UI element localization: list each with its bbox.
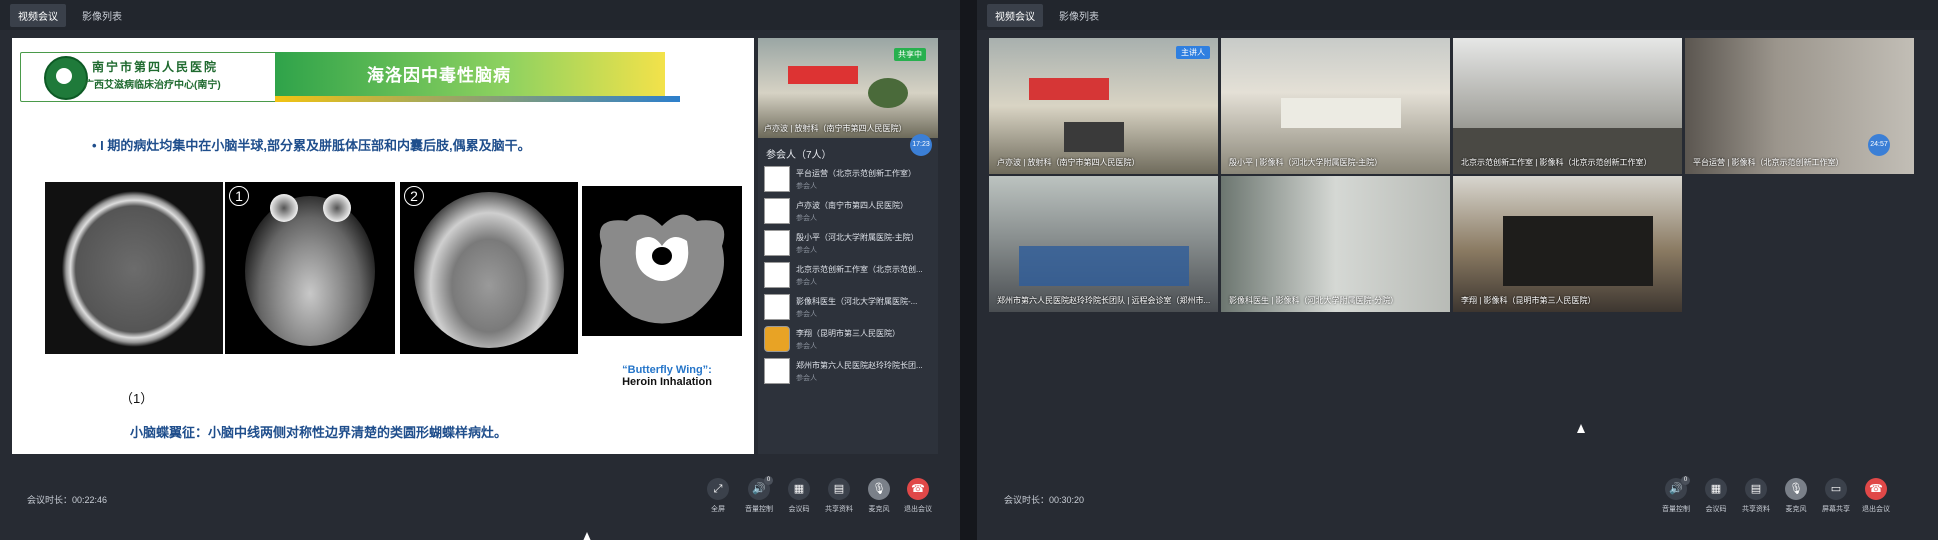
video-tile[interactable]: 殷小平 | 影像科（河北大学附属医院-主院） xyxy=(1221,38,1450,174)
participant-item[interactable]: 平台运营（北京示范创新工作室） 参会人 xyxy=(758,162,938,194)
volume-badge: 0 xyxy=(764,476,773,485)
right-meeting-window: 视频会议 影像列表 主讲人 卢亦波 | 放射科（南宁市第四人民医院） 殷小平 |… xyxy=(977,0,1938,540)
video-tile[interactable]: 主讲人 卢亦波 | 放射科（南宁市第四人民医院） xyxy=(989,38,1218,174)
hospital-logo-icon xyxy=(44,56,88,100)
participant-role: 参会人 xyxy=(796,279,817,286)
participant-role: 参会人 xyxy=(796,311,817,318)
figure-number-2: 2 xyxy=(404,186,424,206)
screen-share-icon: ▭ xyxy=(1825,478,1847,500)
participant-item[interactable]: 卢亦波（南宁市第四人民医院） 参会人 xyxy=(758,194,938,226)
video-tile[interactable]: 影像科医生 | 影像科（河北大学附属医院-分院） xyxy=(1221,176,1450,312)
slide-bullet: • I 期的病灶均集中在小脑半球,部分累及胼胝体压部和内囊后肢,偶累及脑干。 xyxy=(92,138,531,153)
video-tile[interactable]: 北京示范创新工作室 | 影像科（北京示范创新工作室） xyxy=(1453,38,1682,174)
tile-label: 影像科医生 | 影像科（河北大学附属医院-分院） xyxy=(1229,296,1399,305)
tab-video-meeting[interactable]: 视频会议 xyxy=(987,3,1043,27)
avatar xyxy=(764,262,790,288)
participant-item[interactable]: 郑州市第六人民医院赵玲玲院长团... 参会人 xyxy=(758,354,938,386)
mri-scan-1: 1 xyxy=(225,182,395,354)
participant-name: 李翔（昆明市第三人民医院） xyxy=(796,329,900,338)
leave-meeting-button[interactable]: ☎ 退出会议 xyxy=(894,478,942,514)
tile-label: 殷小平 | 影像科（河北大学附属医院-主院） xyxy=(1229,158,1383,167)
fullscreen-icon: ⤢ xyxy=(707,478,729,500)
avatar xyxy=(764,294,790,320)
participant-role: 参会人 xyxy=(796,343,817,350)
top-tabs: 视频会议 影像列表 xyxy=(977,0,1938,30)
volume-badge: 0 xyxy=(1681,476,1690,485)
figure-label: （1） xyxy=(120,391,154,406)
mri-scan-2: 2 xyxy=(400,182,578,354)
participant-item[interactable]: 殷小平（河北大学附属医院-主院） 参会人 xyxy=(758,226,938,258)
participant-name: 郑州市第六人民医院赵玲玲院长团... xyxy=(796,361,923,370)
tile-label: 卢亦波 | 放射科（南宁市第四人民医院） xyxy=(997,158,1140,167)
participant-name: 北京示范创新工作室（北京示范创... xyxy=(796,265,923,274)
participant-item[interactable]: 北京示范创新工作室（北京示范创... 参会人 xyxy=(758,258,938,290)
participant-name: 卢亦波（南宁市第四人民医院） xyxy=(796,201,908,210)
participants-title: 参会人（7人） xyxy=(766,150,832,161)
top-tabs: 视频会议 影像列表 xyxy=(0,0,960,30)
hospital-subtitle: 广西艾滋病临床治疗中心(南宁) xyxy=(84,80,221,91)
avatar xyxy=(764,166,790,192)
participant-item[interactable]: 李翔（昆明市第三人民医院） 参会人 xyxy=(758,322,938,354)
leave-meeting-label: 退出会议 xyxy=(1862,506,1890,513)
avatar xyxy=(764,358,790,384)
mouse-cursor xyxy=(583,532,591,540)
document-icon: ▤ xyxy=(1745,478,1767,500)
hospital-name: 南宁市第四人民医院 xyxy=(92,60,219,74)
butterfly-caption: “Butterfly Wing”: Heroin Inhalation xyxy=(612,364,722,388)
tab-image-list[interactable]: 影像列表 xyxy=(1051,4,1107,27)
video-tile[interactable]: 24:57 平台运营 | 影像科（北京示范创新工作室） xyxy=(1685,38,1914,174)
participant-role: 参会人 xyxy=(796,247,817,254)
figure-number-1: 1 xyxy=(229,186,249,206)
title-underline xyxy=(275,96,680,102)
participant-list: 平台运营（北京示范创新工作室） 参会人 卢亦波（南宁市第四人民医院） 参会人 殷小平… xyxy=(758,162,938,386)
speaker-preview-label: 卢亦波 | 放射科（南宁市第四人民医院） xyxy=(764,124,907,133)
microphone-icon: 🎙 xyxy=(1785,478,1807,500)
sharing-badge: 共享中 xyxy=(894,48,926,61)
butterfly-caption-sub: Heroin Inhalation xyxy=(622,376,712,388)
document-icon: ▤ xyxy=(828,478,850,500)
video-tile[interactable]: 李翔 | 影像科（昆明市第三人民医院） xyxy=(1453,176,1682,312)
participant-role: 参会人 xyxy=(796,375,817,382)
tile-label: 北京示范创新工作室 | 影像科（北京示范创新工作室） xyxy=(1461,158,1652,167)
left-meeting-window: 视频会议 影像列表 南宁市第四人民医院 广西艾滋病临床治疗中心(南宁) 海洛因中… xyxy=(0,0,960,540)
meeting-duration: 会议时长：00:22:46 xyxy=(27,495,108,505)
avatar xyxy=(764,326,790,352)
leave-meeting-label: 退出会议 xyxy=(904,506,932,513)
slide-conclusion: 小脑蝶翼征：小脑中线两侧对称性边界清楚的类圆形蝴蝶样病灶。 xyxy=(130,425,508,440)
tile-timer: 24:57 xyxy=(1868,134,1890,156)
tile-label: 郑州市第六人民医院赵玲玲院长团队 | 远程会诊室（郑州市... xyxy=(997,296,1211,305)
butterfly-caption-title: “Butterfly Wing”: xyxy=(622,364,712,376)
hang-up-icon: ☎ xyxy=(907,478,929,500)
tab-image-list[interactable]: 影像列表 xyxy=(74,4,130,27)
ct-scan-image xyxy=(45,182,223,354)
participant-name: 平台运营（北京示范创新工作室） xyxy=(796,169,916,178)
participants-panel: 共享中 卢亦波 | 放射科（南宁市第四人民医院） 17:23 参会人（7人） 平… xyxy=(758,38,938,454)
participant-item[interactable]: 影像科医生（河北大学附属医院-... 参会人 xyxy=(758,290,938,322)
tile-label: 平台运营 | 影像科（北京示范创新工作室） xyxy=(1693,158,1844,167)
tab-video-meeting[interactable]: 视频会议 xyxy=(10,3,66,27)
participant-name: 影像科医生（河北大学附属医院-... xyxy=(796,297,918,306)
slide-title: 海洛因中毒性脑病 xyxy=(367,66,511,85)
microphone-icon: 🎙 xyxy=(868,478,890,500)
video-tile[interactable]: 郑州市第六人民医院赵玲玲院长团队 | 远程会诊室（郑州市... xyxy=(989,176,1218,312)
shared-slide: 南宁市第四人民医院 广西艾滋病临床治疗中心(南宁) 海洛因中毒性脑病 • I 期… xyxy=(12,38,754,454)
qr-code-icon: ▦ xyxy=(1705,478,1727,500)
hang-up-icon: ☎ xyxy=(1865,478,1887,500)
leave-meeting-button[interactable]: ☎ 退出会议 xyxy=(1852,478,1900,514)
butterfly-diagram xyxy=(582,186,742,336)
participant-name: 殷小平（河北大学附属医院-主院） xyxy=(796,233,919,242)
speaker-preview[interactable]: 共享中 卢亦波 | 放射科（南宁市第四人民医院） xyxy=(758,38,938,138)
mouse-cursor xyxy=(1577,424,1585,433)
participant-role: 参会人 xyxy=(796,183,817,190)
tile-label: 李翔 | 影像科（昆明市第三人民医院） xyxy=(1461,296,1596,305)
avatar xyxy=(764,198,790,224)
qr-code-icon: ▦ xyxy=(788,478,810,500)
avatar xyxy=(764,230,790,256)
meeting-duration: 会议时长：00:30:20 xyxy=(1004,495,1085,505)
preview-timer: 17:23 xyxy=(910,134,932,156)
participant-role: 参会人 xyxy=(796,215,817,222)
presenter-badge: 主讲人 xyxy=(1176,46,1210,59)
